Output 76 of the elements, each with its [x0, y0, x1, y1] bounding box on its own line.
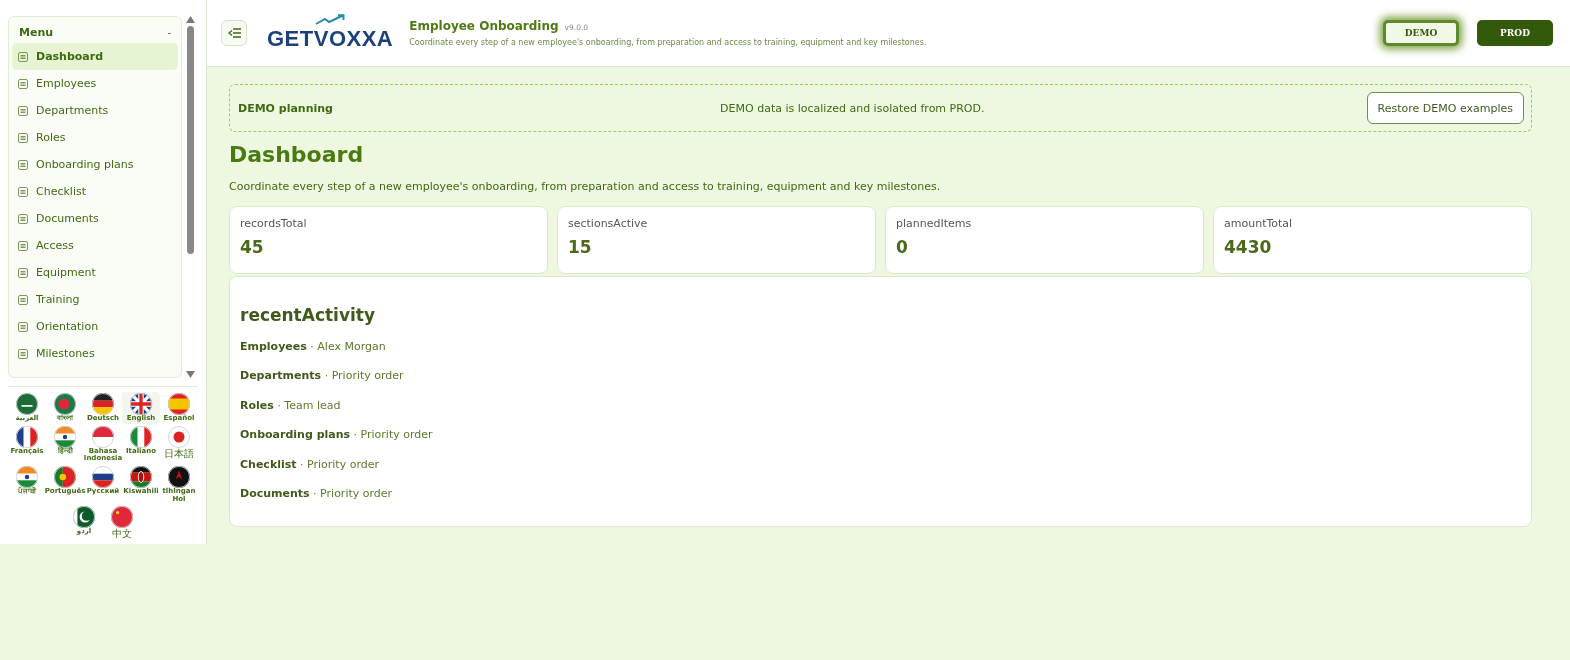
- document-icon: [18, 213, 28, 224]
- flag-icon: [168, 425, 190, 448]
- sidebar-toggle-button[interactable]: [221, 20, 247, 46]
- flag-icon: [92, 425, 114, 448]
- scroll-up-icon[interactable]: [185, 16, 195, 23]
- document-icon: [18, 240, 28, 251]
- flag-icon: [73, 506, 95, 529]
- page-title: Dashboard: [229, 142, 365, 167]
- activity-title: recentActivity: [240, 305, 377, 325]
- flag-icon: [54, 393, 76, 415]
- logo-text: GETVOXXA: [267, 26, 394, 52]
- sidebar-item[interactable]: Dashboard: [12, 43, 178, 70]
- document-icon: [18, 159, 28, 170]
- banner-title: DEMO planning: [238, 101, 334, 115]
- sidebar-item[interactable]: Access: [12, 232, 178, 259]
- logo-arrow-icon: [315, 14, 346, 25]
- sidebar-item[interactable]: Roles: [12, 124, 178, 151]
- activity-entry: Employees · Alex Morgan: [240, 340, 386, 353]
- flag-icon: [168, 466, 190, 489]
- flag-icon: [54, 466, 76, 489]
- activity-entry: Departments · Priority order: [240, 369, 404, 383]
- language-option[interactable]: 日本語: [160, 424, 198, 465]
- flag-icon: [111, 506, 133, 529]
- page-description: Coordinate every step of a new employee's onboarding, from preparation and access to training, equipment and key milestones.: [229, 180, 942, 193]
- stat-label: sectionsActive: [568, 217, 649, 230]
- document-icon: [18, 132, 28, 143]
- sidebar-item[interactable]: Orientation: [12, 313, 178, 340]
- document-icon: [18, 78, 28, 89]
- flag-icon: [92, 466, 114, 489]
- flag-icon: [92, 393, 114, 415]
- stat-value: 45: [240, 237, 265, 257]
- menu-title: Menu: [19, 26, 54, 39]
- activity-entry: Checklist · Priority order: [240, 457, 380, 471]
- sidebar-item[interactable]: Equipment: [12, 259, 178, 286]
- banner-message: DEMO data is localized and isolated from PROD.: [719, 101, 986, 115]
- language-option[interactable]: 中文: [103, 505, 141, 541]
- document-icon: [18, 186, 28, 197]
- sidebar-collapse-icon: [227, 28, 241, 38]
- document-icon: [18, 267, 28, 278]
- activity-entry: Onboarding plans · Priority order: [240, 428, 433, 442]
- document-icon: [18, 321, 28, 332]
- document-icon: [18, 105, 28, 116]
- sidebar-item[interactable]: Employees: [12, 70, 178, 97]
- flag-icon: [16, 393, 38, 415]
- stat-value: 4430: [1224, 237, 1273, 257]
- sidebar-item[interactable]: Departments: [12, 97, 178, 124]
- activity-entry: Documents · Priority order: [240, 486, 393, 500]
- stat-label: recordsTotal: [240, 217, 308, 230]
- stat-value: 15: [568, 237, 593, 257]
- activity-entry: Roles · Team lead: [240, 398, 341, 412]
- stat-label: amountTotal: [1224, 217, 1294, 230]
- flag-icon: [54, 425, 76, 448]
- collapse-button[interactable]: -: [167, 27, 171, 38]
- environment-button[interactable]: PROD: [1477, 20, 1553, 46]
- stat-label: plannedItems: [896, 217, 973, 230]
- stat-value: 0: [896, 237, 909, 257]
- app-title: Employee Onboarding: [409, 19, 559, 33]
- scroll-down-icon[interactable]: [185, 371, 195, 378]
- sidebar-item[interactable]: Onboarding plans: [12, 151, 178, 178]
- flag-icon: [16, 425, 38, 448]
- sidebar-item[interactable]: Milestones: [12, 340, 178, 367]
- flag-icon: [130, 425, 152, 448]
- environment-button[interactable]: DEMO: [1383, 20, 1459, 46]
- app-subtitle: Coordinate every step of a new employee's onboarding, from preparation and access to training, equipment and key milestones.: [409, 38, 927, 47]
- flag-icon: [130, 466, 152, 489]
- scrollbar-thumb[interactable]: [186, 26, 194, 254]
- flag-icon: [130, 393, 152, 415]
- document-icon: [18, 348, 28, 359]
- document-icon: [18, 51, 28, 62]
- flag-icon: [168, 393, 190, 415]
- sidebar-item[interactable]: Checklist: [12, 178, 178, 205]
- flag-icon: [16, 466, 38, 489]
- document-icon: [18, 294, 28, 305]
- sidebar-item[interactable]: Documents: [12, 205, 178, 232]
- restore-button[interactable]: Restore DEMO examples: [1366, 92, 1524, 124]
- sidebar-item[interactable]: Training: [12, 286, 178, 313]
